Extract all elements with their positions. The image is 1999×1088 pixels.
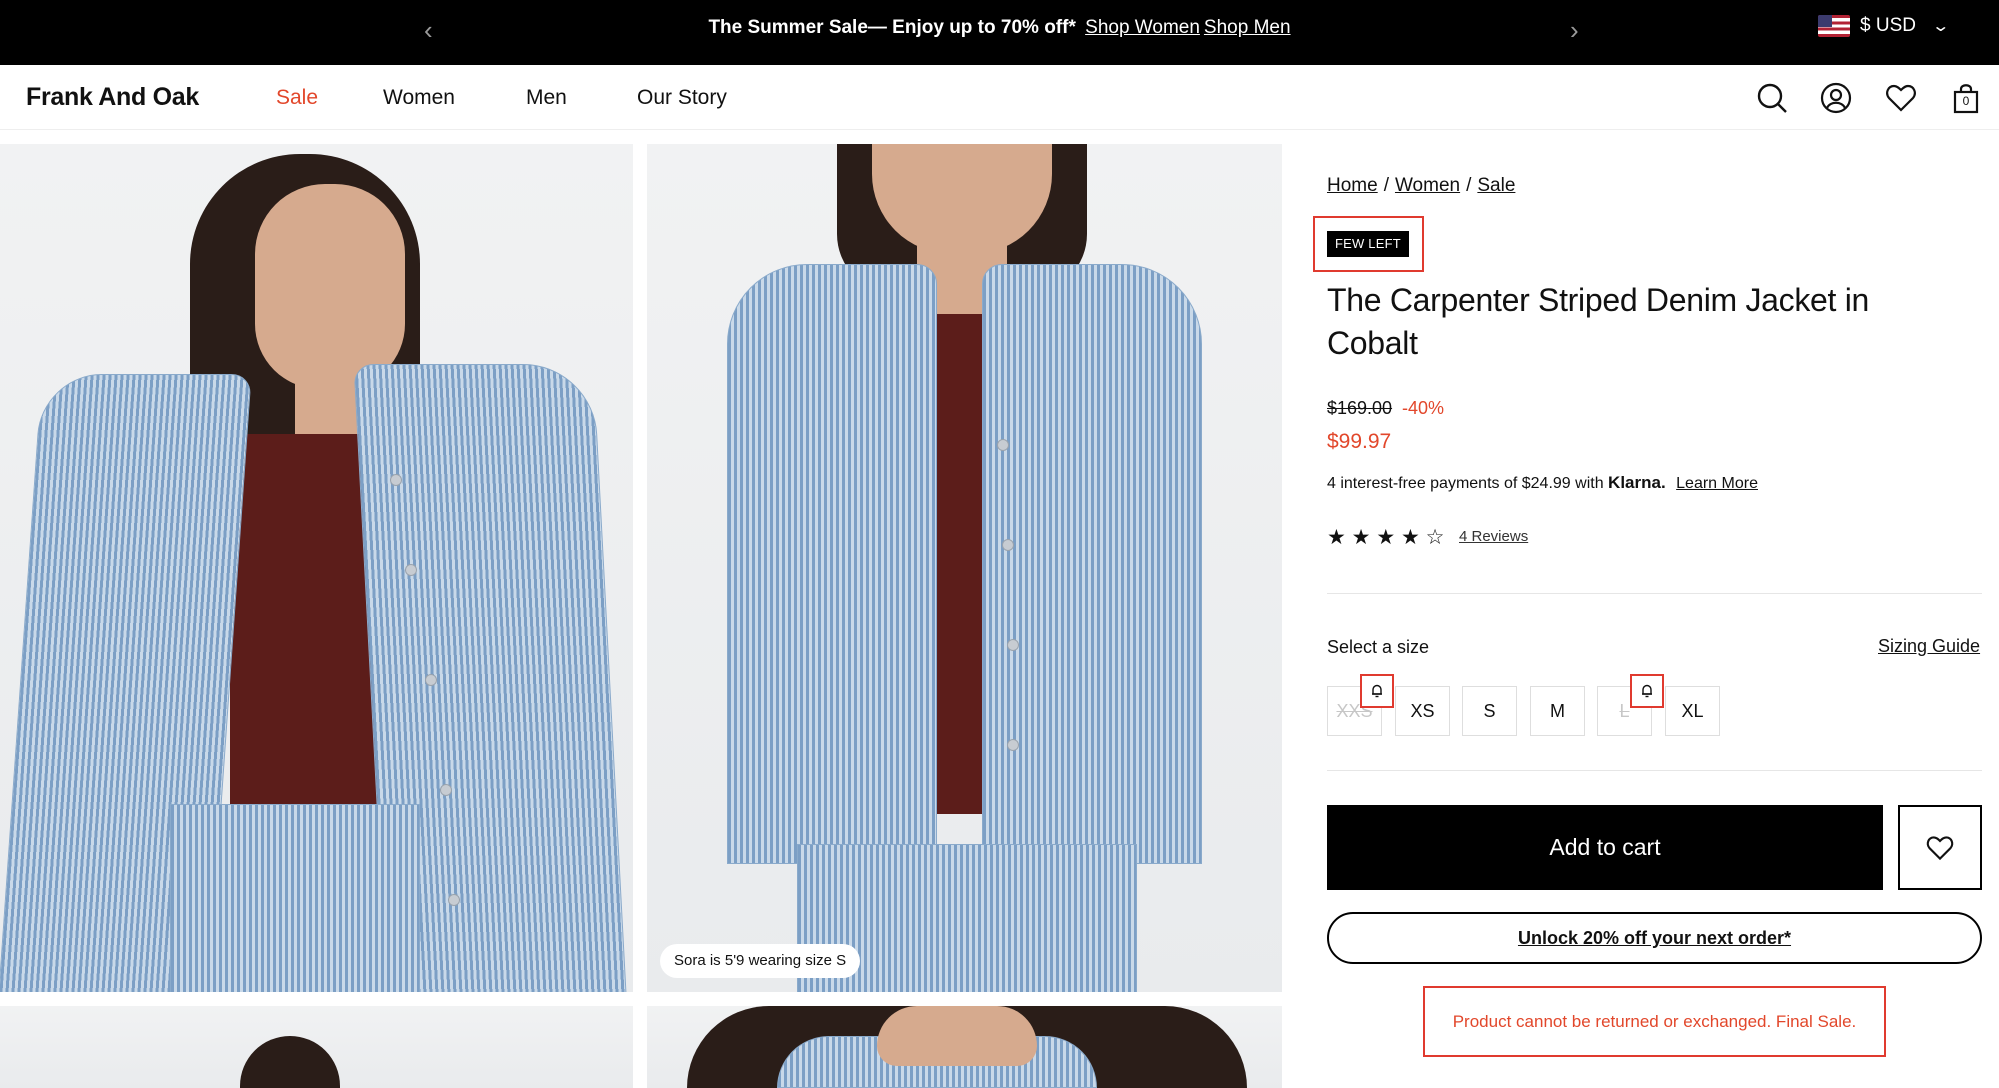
model-caption: Sora is 5'9 wearing size S (660, 944, 861, 978)
chevron-right-icon[interactable]: › (1570, 15, 1579, 45)
currency-label: $ USD (1860, 15, 1916, 36)
size-option-xl[interactable]: XL (1665, 686, 1720, 736)
heart-icon (1926, 835, 1954, 860)
breadcrumb-separator: / (1383, 175, 1389, 196)
search-icon[interactable] (1755, 81, 1789, 115)
site-header: Frank And Oak Sale Women Men Our Story 0 (0, 65, 1999, 130)
nav-men[interactable]: Men (526, 86, 567, 110)
shop-women-link[interactable]: Shop Women (1085, 17, 1200, 38)
account-icon[interactable] (1819, 81, 1853, 115)
rating-stars[interactable]: ★ ★ ★ ★ ☆ (1327, 525, 1444, 550)
nav-our-story[interactable]: Our Story (637, 86, 727, 110)
product-image-2[interactable] (647, 144, 1282, 992)
size-option-m[interactable]: M (1530, 686, 1585, 736)
divider (1327, 770, 1982, 771)
size-option-xs[interactable]: XS (1395, 686, 1450, 736)
breadcrumb-women[interactable]: Women (1395, 175, 1460, 196)
product-image-3[interactable] (0, 1006, 633, 1088)
sizing-guide-link[interactable]: Sizing Guide (1878, 636, 1980, 657)
currency-selector[interactable]: $ USD ⌄ (1818, 15, 1951, 37)
chevron-down-icon: ⌄ (1931, 18, 1951, 35)
bag-icon[interactable]: 0 (1949, 81, 1983, 115)
heart-icon[interactable] (1884, 81, 1918, 115)
discount-percent: -40% (1402, 398, 1445, 418)
sale-price: $99.97 (1327, 430, 1392, 453)
shop-men-link[interactable]: Shop Men (1204, 17, 1291, 38)
klarna-info: 4 interest-free payments of $24.99 with … (1327, 473, 1758, 493)
product-title: The Carpenter Striped Denim Jacket in Co… (1327, 282, 1870, 361)
us-flag-icon (1818, 15, 1850, 37)
reviews-link[interactable]: 4 Reviews (1459, 528, 1528, 545)
announcement-message: The Summer Sale— Enjoy up to 70% off* Sh… (0, 17, 1999, 39)
size-option-s[interactable]: S (1462, 686, 1517, 736)
original-price: $169.00 (1327, 398, 1393, 418)
breadcrumb: Home / Women / Sale (1327, 175, 1515, 197)
stock-badge: FEW LEFT (1327, 231, 1409, 257)
logo[interactable]: Frank And Oak (26, 83, 199, 112)
size-label: Select a size (1327, 637, 1430, 657)
breadcrumb-home[interactable]: Home (1327, 175, 1378, 196)
product-image-4[interactable] (647, 1006, 1282, 1088)
announcement-text: The Summer Sale— Enjoy up to 70% off* (708, 17, 1076, 38)
bag-count: 0 (1962, 94, 1970, 108)
add-to-cart-button[interactable]: Add to cart (1327, 805, 1883, 890)
nav-women[interactable]: Women (383, 86, 455, 110)
klarna-learn-more-link[interactable]: Learn More (1676, 475, 1758, 492)
notify-bell-icon[interactable] (1360, 674, 1394, 708)
announcement-bar: ‹ The Summer Sale— Enjoy up to 70% off* … (0, 0, 1999, 65)
klarna-text: 4 interest-free payments of $24.99 with (1327, 475, 1604, 492)
unlock-discount-button[interactable]: Unlock 20% off your next order* (1327, 912, 1982, 964)
final-sale-notice: Product cannot be returned or exchanged.… (1423, 986, 1886, 1057)
notify-bell-icon[interactable] (1630, 674, 1664, 708)
product-image-1[interactable] (0, 144, 633, 992)
wishlist-button[interactable] (1898, 805, 1982, 890)
breadcrumb-sale[interactable]: Sale (1477, 175, 1515, 196)
nav-sale[interactable]: Sale (276, 86, 318, 110)
klarna-logo: Klarna. (1608, 473, 1666, 492)
divider (1327, 593, 1982, 594)
breadcrumb-separator: / (1466, 175, 1472, 196)
